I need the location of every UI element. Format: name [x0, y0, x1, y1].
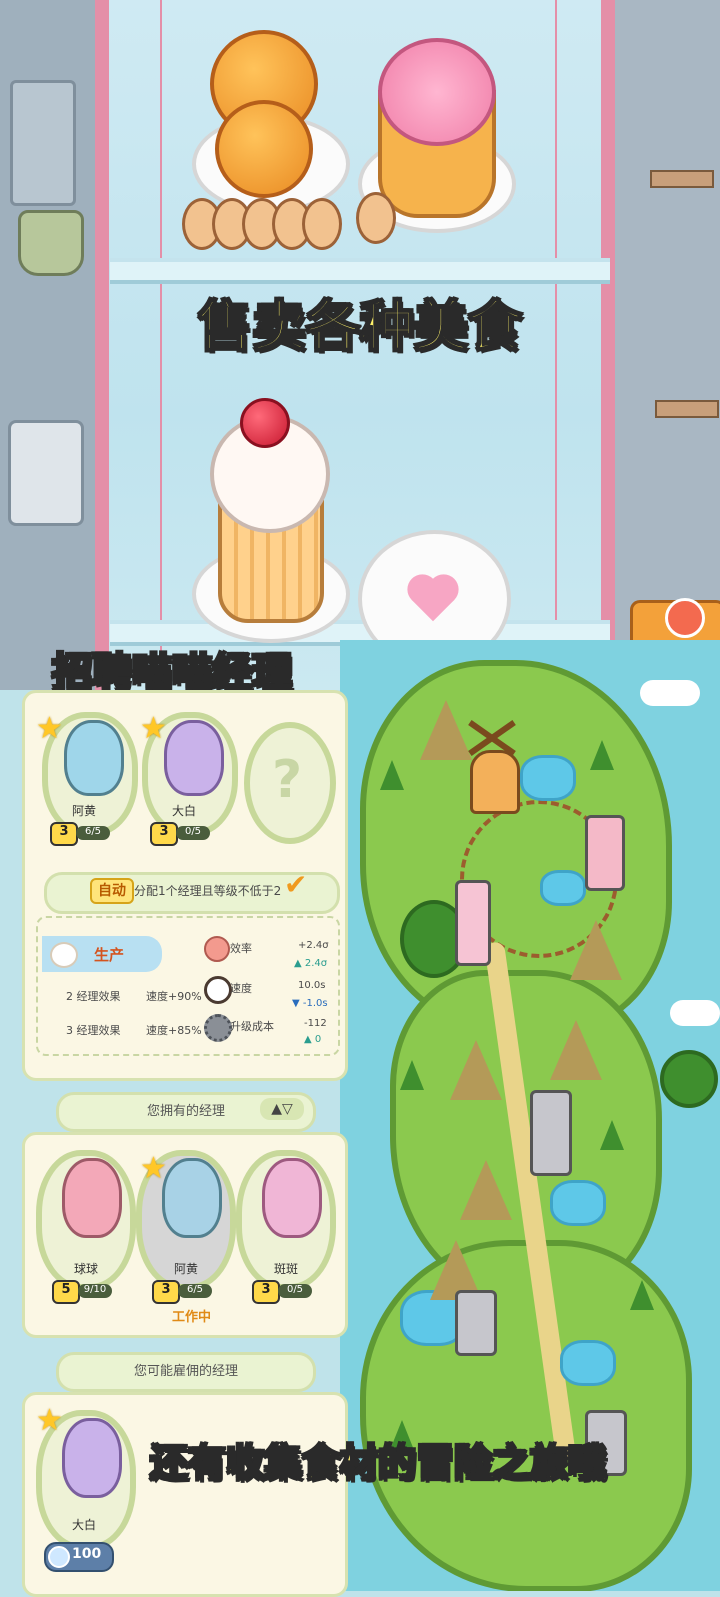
level-badge: 3 [50, 822, 78, 846]
gear-icon [204, 1014, 232, 1042]
pond [520, 755, 576, 801]
stat-value: 10.0s [298, 980, 326, 991]
stat-name: 升级成本 [230, 1020, 274, 1033]
stat-name: 效率 [230, 942, 252, 955]
mooncake-top[interactable] [378, 38, 496, 146]
cookie[interactable] [302, 198, 342, 250]
progress-badge: 0/5 [278, 1284, 312, 1298]
caption-adventure: 还有收集食材的冒险之旅哦 [149, 1440, 607, 1486]
mountain [550, 1020, 602, 1080]
production-tag: 生产 [94, 946, 125, 964]
level-badge: 5 [52, 1280, 80, 1304]
pond [560, 1340, 616, 1386]
star-icon: ★ [140, 1151, 167, 1186]
level-badge: 3 [152, 1280, 180, 1304]
star-icon: ★ [36, 1403, 63, 1438]
manager-effect-speed: 速度+85% [146, 1024, 202, 1037]
cookie[interactable] [356, 192, 396, 244]
tree [630, 1280, 654, 1310]
owned-managers-title: 您拥有的经理 [146, 1104, 225, 1119]
mountain [460, 1160, 512, 1220]
hire-managers-title: 您可能雇佣的经理 [133, 1364, 238, 1379]
manager-name: 阿黄 [72, 804, 97, 818]
level-badge: 3 [252, 1280, 280, 1304]
pond [550, 1180, 606, 1226]
check-icon: ✔ [284, 868, 308, 901]
stat-value: -112 [304, 1018, 327, 1029]
manager-name: 斑斑 [274, 1262, 299, 1276]
wall-ledge-2 [655, 400, 719, 418]
cash-register [8, 420, 84, 526]
auto-tag: 自动 [90, 878, 134, 904]
stat-name: 速度 [230, 982, 252, 995]
cloud [670, 1000, 720, 1026]
auto-rule-text: 分配1个经理且等级不低于2 [134, 884, 282, 898]
cloud [640, 680, 700, 706]
cupcake-tower[interactable] [455, 880, 491, 966]
stat-delta: ▲ 2.4σ [294, 958, 328, 969]
sort-button[interactable]: ▲▽ [260, 1098, 304, 1120]
hire-managers-header: 您可能雇佣的经理 [56, 1352, 316, 1392]
mountain [570, 920, 622, 980]
pond [540, 870, 586, 906]
case-divider-left [160, 0, 162, 690]
cake-tower[interactable] [585, 815, 625, 891]
progress-badge: 6/5 [76, 826, 110, 840]
manager-effect-label: 2 经理效果 [66, 990, 121, 1003]
stone-castle[interactable] [455, 1290, 497, 1356]
manager-name: 阿黄 [174, 1262, 199, 1276]
tree [590, 740, 614, 770]
upper-shelf [110, 258, 610, 284]
cat-manager-avatar [164, 720, 224, 796]
cat-manager-avatar [62, 1158, 122, 1238]
chef-hat-icon [50, 942, 78, 968]
stat-delta: ▲ 0 [304, 1034, 322, 1045]
progress-badge: 9/10 [78, 1284, 112, 1298]
manager-name: 大白 [172, 804, 197, 818]
notification-dot-icon[interactable] [665, 598, 705, 638]
star-icon: ★ [36, 711, 63, 746]
windmill-bakery[interactable] [470, 750, 520, 814]
progress-badge: 0/5 [176, 826, 210, 840]
mountain [420, 700, 472, 760]
cat-manager-avatar [64, 720, 124, 796]
hire-cost: 100 [72, 1546, 102, 1562]
progress-badge: 6/5 [178, 1284, 212, 1298]
stat-delta: ▼ -1.0s [292, 998, 328, 1009]
gem-icon [48, 1546, 70, 1568]
pineapple-bun[interactable] [215, 100, 313, 198]
mountain [450, 1040, 502, 1100]
cat-manager-avatar [262, 1158, 322, 1238]
level-badge: 3 [150, 822, 178, 846]
manager-name: 大白 [72, 1518, 97, 1532]
caption-sell-food: 售卖各种美食 [197, 294, 523, 359]
case-divider-right [555, 0, 557, 690]
manager-effect-speed: 速度+90% [146, 990, 202, 1003]
working-status: 工作中 [172, 1310, 212, 1325]
stat-value: +2.4σ [298, 940, 329, 951]
manager-name: 球球 [74, 1262, 99, 1276]
star-icon: ★ [140, 711, 167, 746]
tree [600, 1120, 624, 1150]
flower-icon [204, 936, 230, 962]
wall-ledge [650, 170, 714, 188]
tree [380, 760, 404, 790]
cat-manager-avatar [162, 1158, 222, 1238]
bush [660, 1050, 718, 1108]
question-mark-icon: ? [272, 750, 303, 810]
manager-effect-label: 3 经理效果 [66, 1024, 121, 1037]
wall-shelf [10, 80, 76, 206]
clock-icon [204, 976, 232, 1004]
cherry [240, 398, 290, 448]
cat-manager-avatar [62, 1418, 122, 1498]
stone-tower[interactable] [530, 1090, 572, 1176]
mortar-bowl [18, 210, 84, 276]
tree [400, 1060, 424, 1090]
